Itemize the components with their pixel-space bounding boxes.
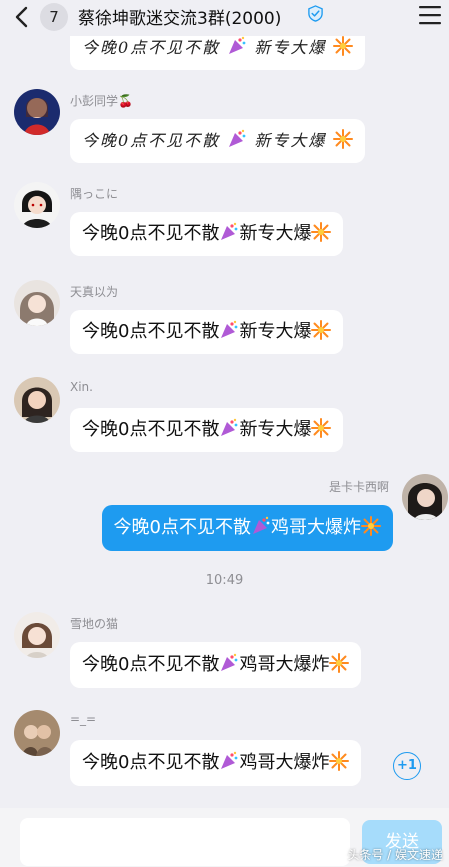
sender-name: Xin.: [70, 380, 93, 394]
message-text: 今晚0点不见不散: [82, 654, 220, 675]
firework-emoji-icon: [311, 222, 332, 242]
party-popper-emoji-icon: [221, 320, 238, 338]
avatar[interactable]: [14, 89, 60, 135]
sender-name: =_=: [70, 712, 97, 726]
sender-name: 雪地の猫: [70, 617, 119, 631]
verified-shield-icon: [308, 5, 323, 22]
firework-emoji-icon: [329, 751, 350, 771]
message-bubble-mine[interactable]: 今晚0点不见不散 鸡哥大爆炸: [101, 505, 393, 551]
avatar[interactable]: [14, 280, 60, 326]
message-text: 今晚0点不见不散: [82, 752, 220, 773]
avatar[interactable]: [14, 377, 60, 423]
sender-name: 是卡卡西啊: [328, 480, 389, 494]
hamburger-menu-icon[interactable]: [419, 5, 441, 25]
message-suffix: 新专大爆: [239, 223, 312, 244]
message-text: 今晚0点不见不散: [82, 38, 221, 57]
firework-emoji-icon: [311, 320, 332, 340]
message-suffix: 鸡哥大爆炸: [239, 752, 330, 773]
chat-screen: 7 蔡徐坤歌迷交流3群(2000) 今晚0点不见不散 新专大爆 小彭同学🍒 今晚…: [0, 0, 449, 867]
sender-name: 小彭同学🍒: [70, 94, 133, 108]
timestamp: 10:49: [205, 573, 244, 588]
avatar[interactable]: [402, 474, 448, 520]
message-bubble[interactable]: 今晚0点不见不散 新专大爆: [70, 408, 344, 452]
chat-header: 7 蔡徐坤歌迷交流3群(2000): [0, 0, 449, 36]
message-bubble[interactable]: 今晚0点不见不散 新专大爆: [70, 310, 344, 354]
message-suffix: 新专大爆: [254, 131, 327, 150]
plus-one-button[interactable]: +1: [393, 752, 421, 780]
avatar[interactable]: [14, 182, 60, 228]
message-suffix: 新专大爆: [254, 38, 327, 57]
party-popper-emoji-icon: [253, 516, 270, 534]
message-suffix: 鸡哥大爆炸: [239, 654, 330, 675]
sender-name: 天真以为: [70, 285, 119, 299]
message-bubble[interactable]: 今晚0点不见不散 新专大爆: [70, 212, 344, 256]
firework-emoji-icon: [333, 36, 354, 56]
message-text: 今晚0点不见不散: [82, 419, 220, 440]
avatar[interactable]: [14, 710, 60, 756]
firework-emoji-icon: [361, 516, 381, 536]
message-bubble[interactable]: 今晚0点不见不散 鸡哥大爆炸: [70, 642, 362, 688]
message-suffix: 鸡哥大爆炸: [271, 517, 361, 538]
chevron-left-icon[interactable]: [12, 6, 34, 28]
party-popper-emoji-icon: [229, 36, 246, 54]
watermark-text: 头条号 / 娱文速递: [347, 848, 443, 862]
firework-emoji-icon: [311, 418, 332, 438]
unread-count-badge[interactable]: 7: [40, 3, 68, 31]
avatar[interactable]: [14, 612, 60, 658]
firework-emoji-icon: [329, 653, 350, 673]
sender-name: 隅っこに: [70, 187, 119, 201]
message-text: 今晚0点不见不散: [113, 517, 251, 538]
message-text: 今晚0点不见不散: [82, 131, 221, 150]
message-suffix: 新专大爆: [239, 321, 312, 342]
party-popper-emoji-icon: [221, 653, 238, 671]
message-text: 今晚0点不见不散: [82, 321, 220, 342]
message-suffix: 新专大爆: [239, 419, 312, 440]
party-popper-emoji-icon: [221, 751, 238, 769]
party-popper-emoji-icon: [221, 418, 238, 436]
group-title[interactable]: 蔡徐坤歌迷交流3群(2000): [78, 4, 281, 29]
firework-emoji-icon: [333, 129, 354, 149]
party-popper-emoji-icon: [221, 222, 238, 240]
message-bubble[interactable]: 今晚0点不见不散 鸡哥大爆炸: [70, 740, 362, 786]
message-input[interactable]: [20, 818, 350, 866]
party-popper-emoji-icon: [229, 129, 246, 147]
message-bubble[interactable]: 今晚0点不见不散 新专大爆: [70, 119, 366, 163]
message-text: 今晚0点不见不散: [82, 223, 220, 244]
